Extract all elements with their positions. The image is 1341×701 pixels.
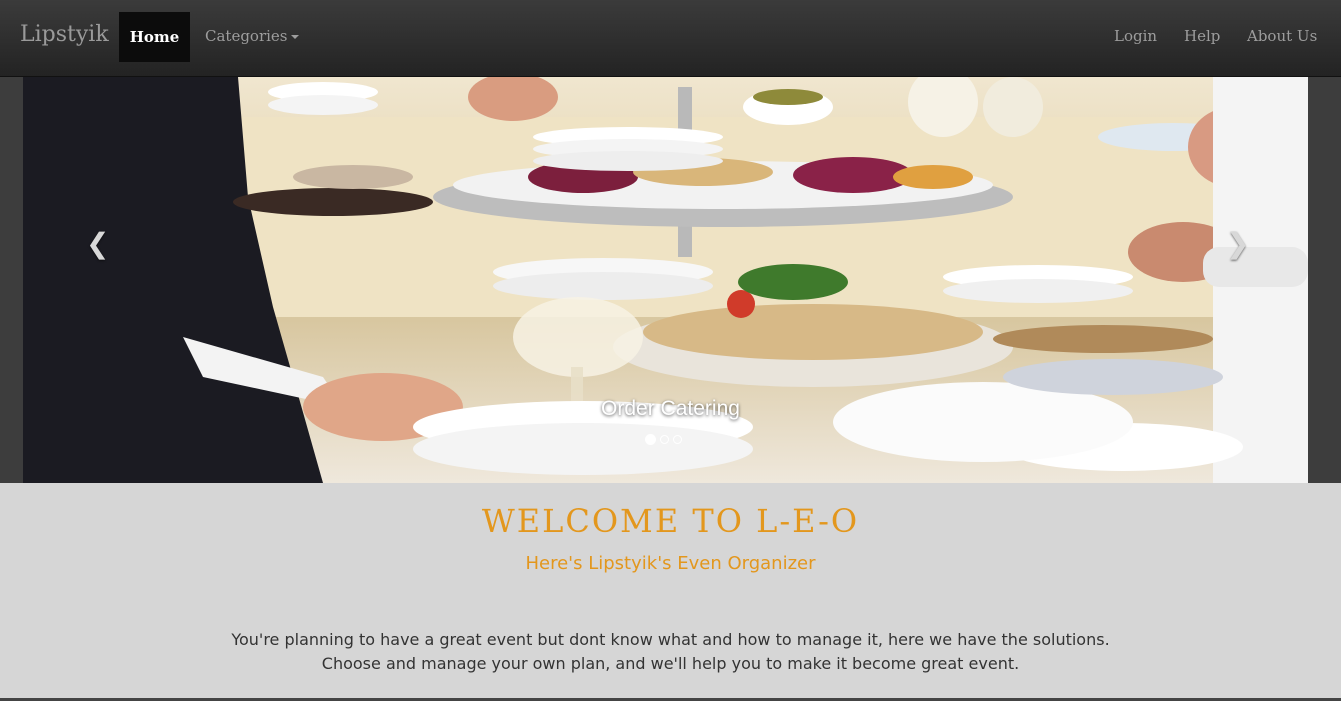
nav-about-link[interactable]: About Us (1247, 27, 1317, 45)
nav-home-link[interactable]: Home (119, 12, 190, 62)
welcome-subtitle: Here's Lipstyik's Even Organizer (525, 553, 816, 574)
catering-buffet-image (23, 77, 1308, 483)
welcome-description: You're planning to have a great event bu… (0, 628, 1341, 676)
hero-carousel: ❮ ❯ Order Catering (0, 77, 1341, 483)
carousel-slide-image (23, 77, 1308, 483)
brand-logo[interactable]: Lipstyik (20, 22, 109, 47)
carousel-indicators (645, 434, 682, 445)
carousel-indicator[interactable] (645, 434, 656, 445)
nav-login-link[interactable]: Login (1114, 27, 1157, 45)
top-navbar: Lipstyik Home Categories Login Help Abou… (0, 0, 1341, 77)
nav-categories-label: Categories (205, 27, 288, 45)
carousel-indicator[interactable] (660, 435, 669, 444)
chevron-left-icon: ❮ (86, 227, 110, 260)
welcome-title: WELCOME TO L-E-O (481, 502, 860, 540)
welcome-description-line: Choose and manage your own plan, and we'… (321, 654, 1020, 673)
caret-down-icon (290, 35, 299, 39)
carousel-prev-button[interactable]: ❮ (86, 227, 109, 260)
carousel-indicator[interactable] (673, 435, 682, 444)
carousel-next-button[interactable]: ❯ (1226, 227, 1249, 260)
carousel-caption: Order Catering (601, 397, 740, 420)
nav-categories-dropdown[interactable]: Categories (205, 27, 299, 45)
chevron-right-icon: ❯ (1226, 227, 1250, 260)
nav-help-link[interactable]: Help (1184, 27, 1220, 45)
welcome-description-line: You're planning to have a great event bu… (231, 630, 1110, 649)
